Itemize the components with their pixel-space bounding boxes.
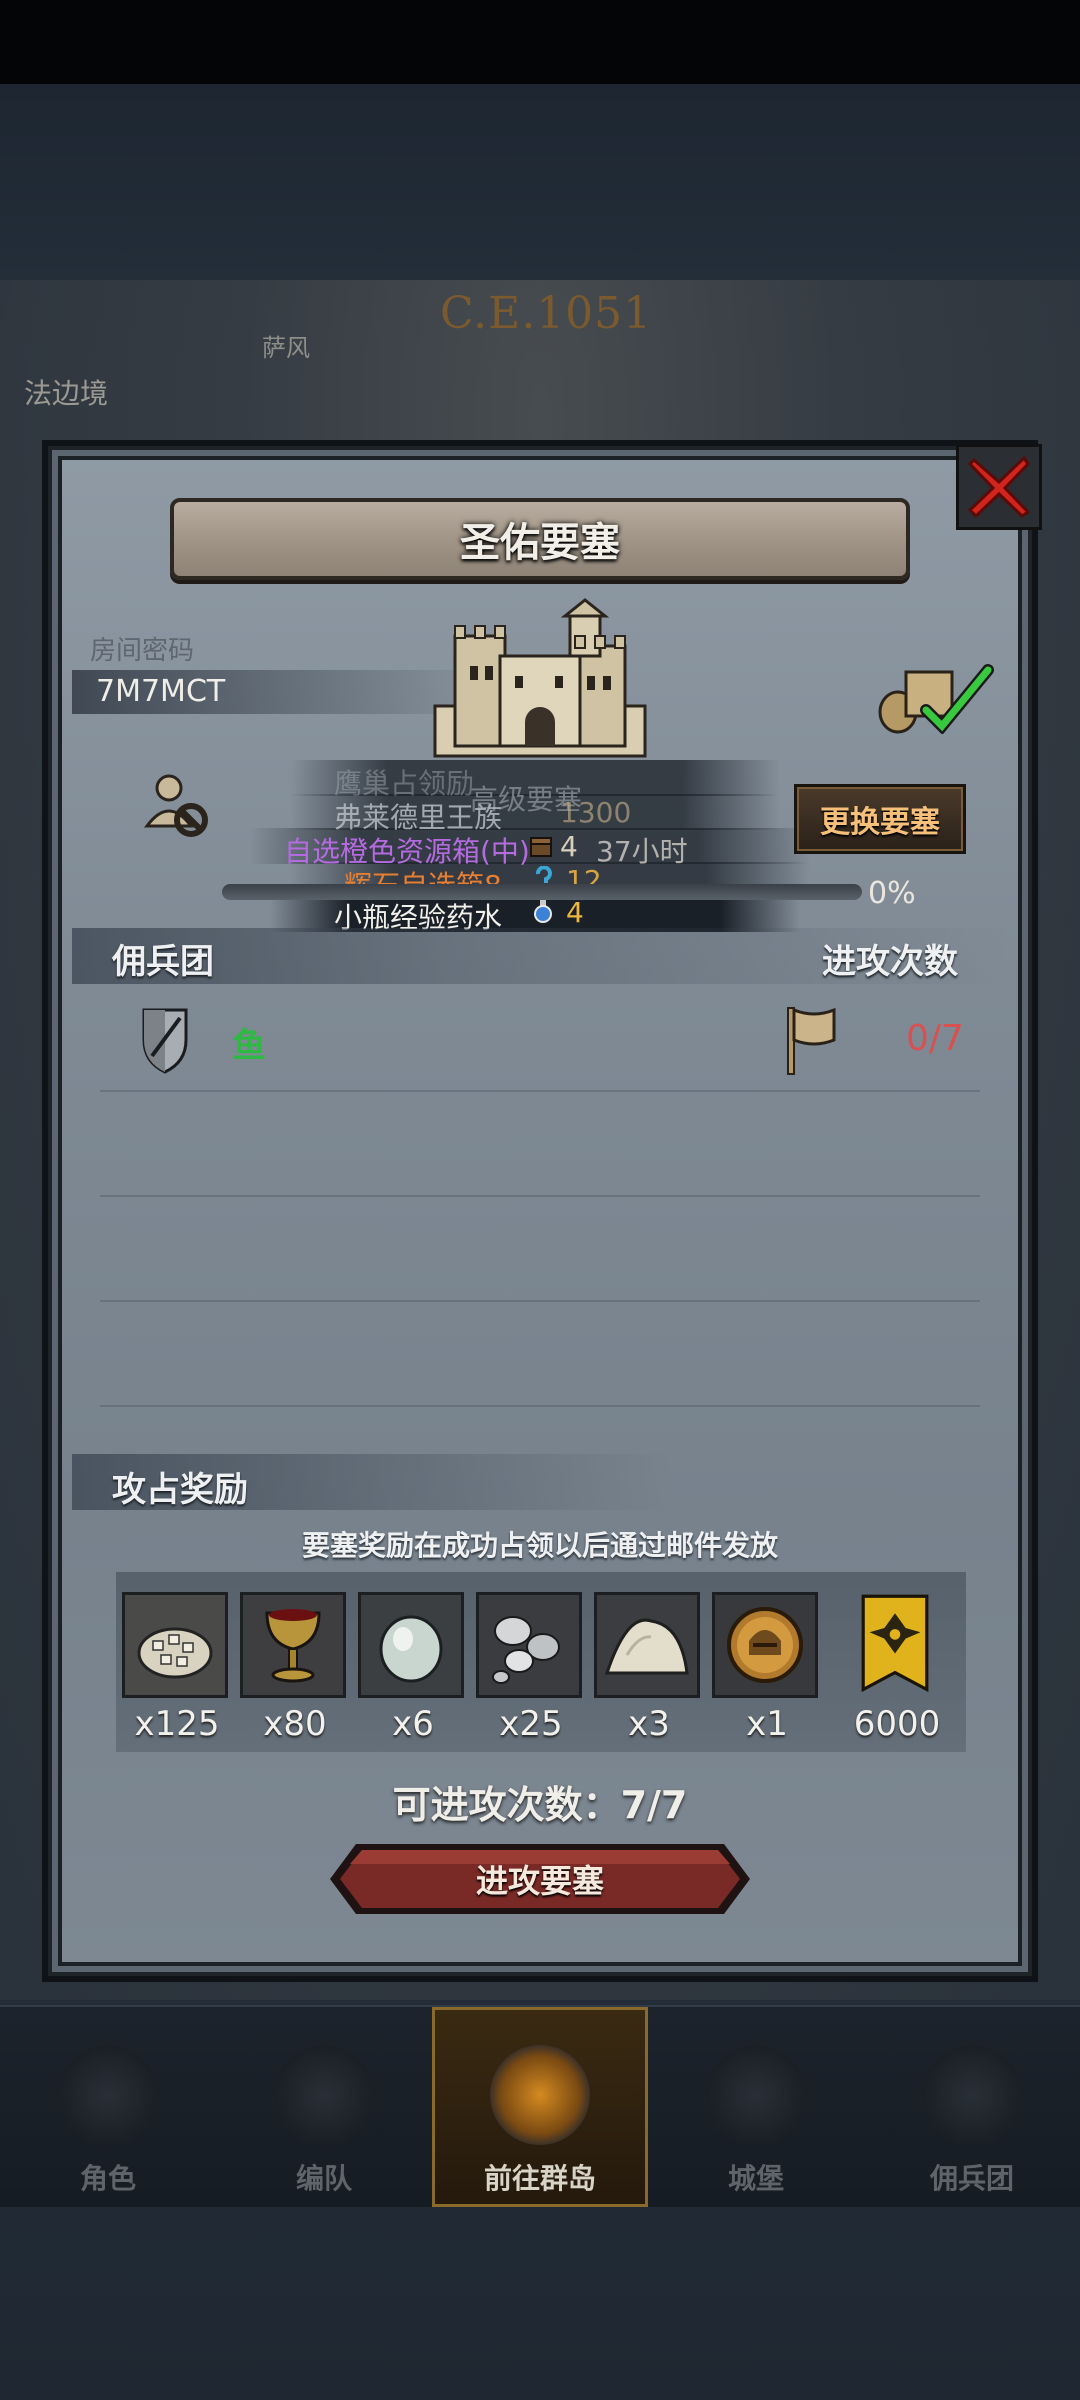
notification-potion-count: 4: [566, 896, 584, 929]
nav-item-islands[interactable]: 前往群岛: [432, 2007, 648, 2207]
era-label: C.E.1051: [440, 288, 653, 339]
nav-label: 城堡: [727, 2162, 784, 2195]
close-icon: [967, 455, 1031, 519]
change-fortress-button[interactable]: 更换要塞: [794, 784, 966, 854]
nav-item-castle[interactable]: 城堡: [648, 2007, 864, 2207]
room-code-value[interactable]: 7M7MCT: [96, 674, 225, 709]
attack-count-value: 0/7: [906, 1018, 964, 1059]
banner-emblem-icon: [842, 1592, 948, 1698]
status-bar: [0, 0, 1080, 84]
reward-quantity: x1: [746, 1704, 788, 1744]
castle-icon: [433, 598, 647, 758]
goblet-icon: [240, 1592, 346, 1698]
reward-quantity: x3: [628, 1704, 670, 1744]
reward-title: 攻占奖励: [112, 1470, 248, 1510]
nav-label: 佣兵团: [929, 2162, 1014, 2195]
nav-label: 前往群岛: [483, 2162, 596, 2195]
reward-quantity: x6: [392, 1704, 434, 1744]
gem-stone-icon: [358, 1592, 464, 1698]
map-region-label: 法边境: [24, 377, 109, 410]
castle-icon: [706, 2045, 806, 2145]
nav-label: 角色: [79, 2162, 136, 2195]
attack-fortress-button[interactable]: 进攻要塞: [326, 1840, 754, 1918]
reward-quantity: x25: [499, 1704, 563, 1744]
attack-fortress-label: 进攻要塞: [475, 1862, 604, 1900]
potion-icon: [534, 900, 552, 923]
salt-pile-icon: [594, 1592, 700, 1698]
occupation-progress-text: 0%: [868, 876, 916, 911]
notification-owner-value: 1300: [560, 796, 632, 829]
chest-icon: [530, 837, 552, 857]
occupation-progress-track: [222, 884, 862, 900]
compass-icon: [490, 2045, 590, 2145]
storage-checked-icon[interactable]: [876, 660, 996, 734]
nav-label: 编队: [295, 2162, 352, 2195]
mercenary-name: 鱼: [232, 1026, 266, 1066]
knight-helmet-coin-icon: [712, 1592, 818, 1698]
shield-sword-icon: [142, 1008, 188, 1074]
title-banner: 圣佑要塞: [170, 498, 910, 580]
row-divider: [100, 1300, 980, 1302]
nav-item-character[interactable]: 角色: [0, 2007, 216, 2207]
reward-quantity: x80: [263, 1704, 327, 1744]
notification-time: 37小时: [596, 835, 688, 868]
nav-item-formation[interactable]: 编队: [216, 2007, 432, 2207]
row-divider: [100, 1090, 980, 1092]
attack-count-title: 进攻次数: [822, 942, 958, 982]
reward-note: 要塞奖励在成功占领以后通过邮件发放: [301, 1529, 778, 1562]
remaining-attempts: 可进攻次数：7/7: [392, 1783, 688, 1827]
flag-icon: [787, 1007, 836, 1075]
reward-quantity: x125: [134, 1704, 220, 1744]
row-divider: [100, 1195, 980, 1197]
no-player-icon: [144, 774, 208, 837]
silver-ore-icon: [476, 1592, 582, 1698]
reward-quantity: 6000: [853, 1704, 941, 1744]
knight-icon: [58, 2045, 158, 2145]
room-code-label: 房间密码: [90, 636, 195, 666]
mercenary-title: 佣兵团: [112, 942, 214, 982]
nav-item-mercenary[interactable]: 佣兵团: [864, 2007, 1080, 2207]
row-divider: [100, 1405, 980, 1407]
helmet-icon: [274, 2045, 374, 2145]
grain-sack-icon: [122, 1592, 228, 1698]
soldier-icon: [922, 2045, 1022, 2145]
close-button[interactable]: [956, 444, 1042, 530]
map-region-label: 萨风: [262, 334, 310, 362]
notification-chest-count: 4: [560, 830, 578, 863]
bottom-nav: 角色 编队 前往群岛 城堡 佣兵团: [0, 2005, 1080, 2207]
change-fortress-label: 更换要塞: [820, 805, 940, 840]
dialog-title: 圣佑要塞: [460, 520, 620, 566]
